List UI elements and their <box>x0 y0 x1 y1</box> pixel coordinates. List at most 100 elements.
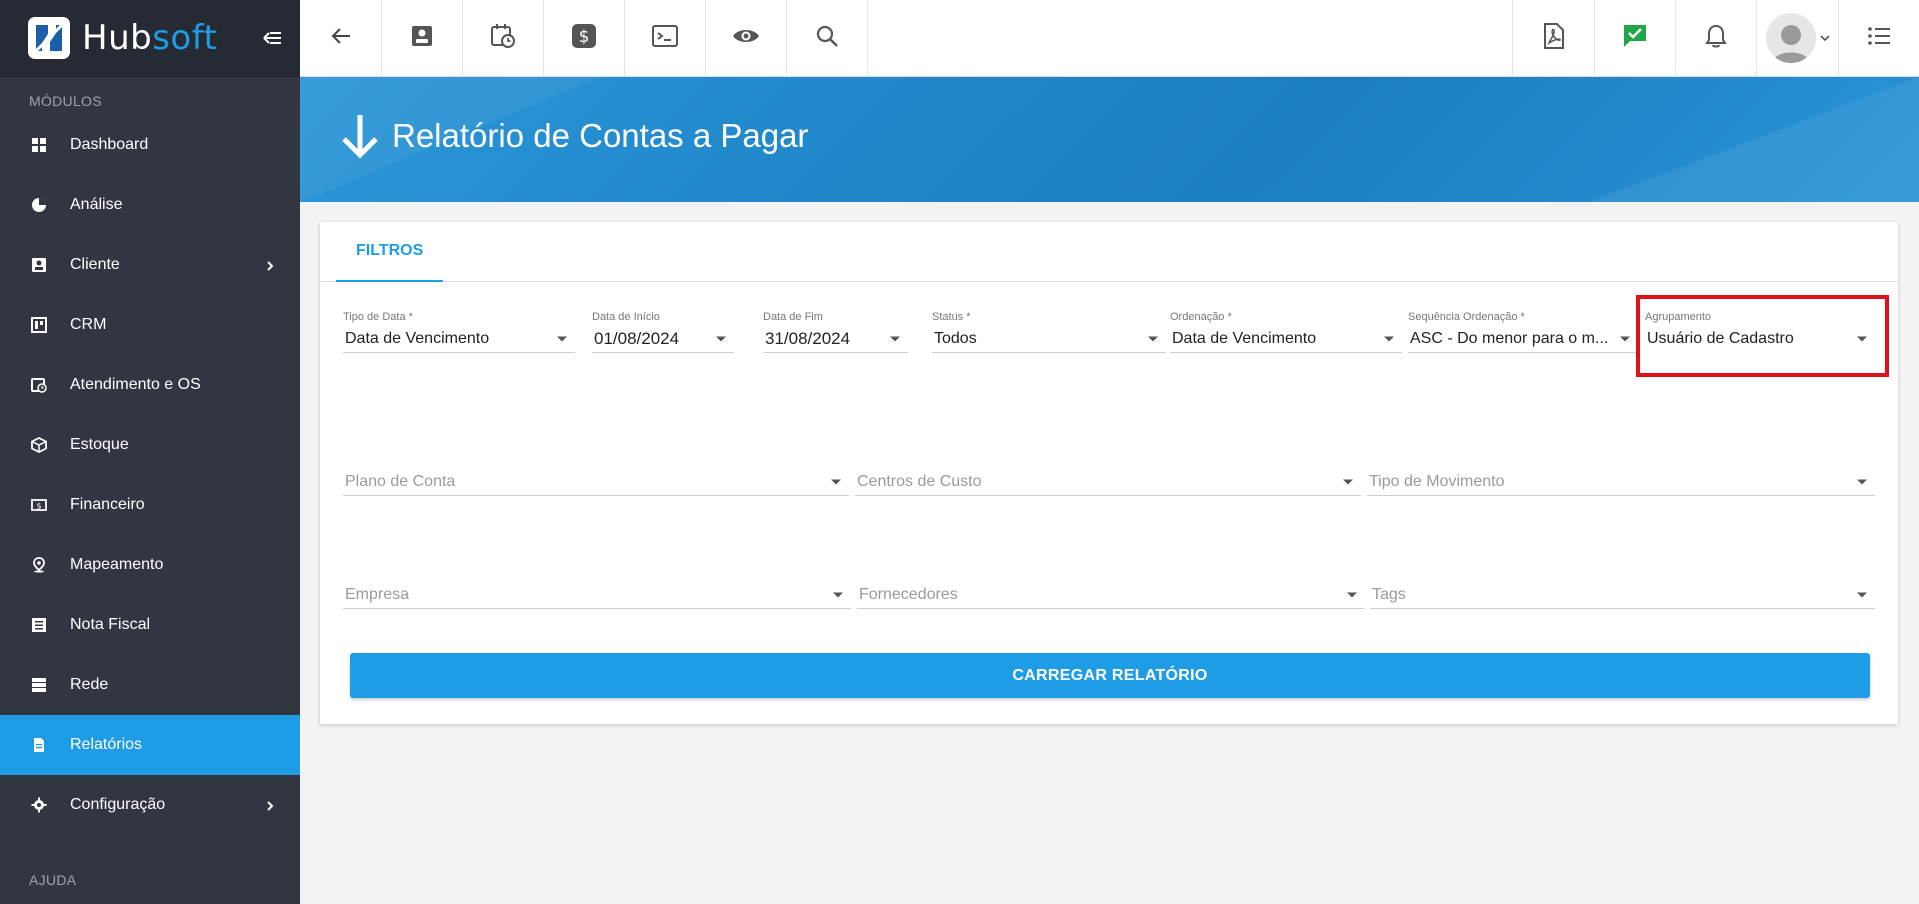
board-icon <box>30 316 48 334</box>
field-placeholder: Fornecedores <box>859 585 958 603</box>
empresa-select[interactable]: Empresa <box>343 581 851 609</box>
sidebar-item-financeiro[interactable]: $ Financeiro <box>0 475 300 535</box>
view-shortcut-button[interactable] <box>706 0 787 77</box>
plano-conta-select[interactable]: Plano de Conta <box>343 468 849 496</box>
sidebar-item-crm[interactable]: CRM <box>0 295 300 355</box>
page-title: Relatório de Contas a Pagar <box>392 117 809 154</box>
field-placeholder: Tipo de Movimento <box>1369 472 1505 490</box>
sidebar-item-label: Estoque <box>70 436 129 453</box>
chevron-right-icon <box>264 799 276 811</box>
chevron-right-icon <box>264 259 276 271</box>
centros-custo-select[interactable]: Centros de Custo <box>855 468 1361 496</box>
dropdown-caret-icon <box>716 336 726 341</box>
sidebar-nav: Dashboard Análise Cliente CRM Atendiment… <box>0 115 300 835</box>
selected-value: ASC - Do menor para o m... <box>1410 329 1609 347</box>
sidebar-item-mapeamento[interactable]: Mapeamento <box>0 535 300 595</box>
dropdown-caret-icon <box>1343 479 1353 484</box>
terminal-shortcut-button[interactable] <box>625 0 706 77</box>
tipo-data-select[interactable]: Tipo de Data * Data de Vencimento <box>343 311 575 353</box>
sidebar-item-atendimento[interactable]: Atendimento e OS <box>0 355 300 415</box>
notifications-check-button[interactable] <box>1594 0 1675 77</box>
help-section-label: AJUDA <box>29 872 77 888</box>
sequencia-ordenacao-select[interactable]: Sequência Ordenação * ASC - Do menor par… <box>1408 311 1638 353</box>
field-value: Todos <box>932 325 1166 353</box>
field-value: ASC - Do menor para o m... <box>1408 325 1638 353</box>
sidebar-item-cliente[interactable]: Cliente <box>0 235 300 295</box>
field-value: Plano de Conta <box>343 468 849 496</box>
selected-value: Data de Vencimento <box>1172 329 1317 347</box>
arrow-down-icon <box>340 113 380 159</box>
dashboard-icon <box>30 136 48 154</box>
user-menu[interactable] <box>1756 0 1838 76</box>
sidebar-item-rede[interactable]: Rede <box>0 655 300 715</box>
tab-filtros[interactable]: FILTROS <box>336 222 444 282</box>
load-report-button[interactable]: CARREGAR RELATÓRIO <box>350 653 1870 698</box>
back-button[interactable] <box>300 0 382 77</box>
pie-chart-icon <box>30 196 48 214</box>
report-icon <box>30 736 48 754</box>
selected-value: 31/08/2024 <box>765 328 851 348</box>
menu-list-button[interactable] <box>1838 0 1919 77</box>
selected-value: 01/08/2024 <box>594 328 680 348</box>
data-fim-select[interactable]: Data de Fim 31/08/2024 <box>763 311 908 353</box>
money-icon: $ <box>30 496 48 514</box>
data-inicio-select[interactable]: Data de Início 01/08/2024 <box>592 311 734 353</box>
sidebar-item-relatorios[interactable]: Relatórios <box>0 715 300 775</box>
sidebar-item-nota-fiscal[interactable]: Nota Fiscal <box>0 595 300 655</box>
field-value: Fornecedores <box>857 581 1365 609</box>
search-button[interactable] <box>787 0 868 77</box>
finance-shortcut-button[interactable]: $ <box>544 0 625 77</box>
ordenacao-select[interactable]: Ordenação * Data de Vencimento <box>1170 311 1402 353</box>
selected-value: Todos <box>934 329 977 347</box>
brand-name-part1: Hub <box>82 18 153 58</box>
contact-card-icon <box>410 24 434 53</box>
sidebar-item-label: Mapeamento <box>70 556 164 573</box>
brand-name: Hubsoft <box>82 18 217 58</box>
svg-text:$: $ <box>579 27 590 47</box>
notifications-button[interactable] <box>1675 0 1756 77</box>
sidebar-item-dashboard[interactable]: Dashboard <box>0 115 300 175</box>
sidebar-item-label: CRM <box>70 316 107 333</box>
collapse-sidebar-icon[interactable] <box>260 26 284 50</box>
dropdown-caret-icon <box>890 336 900 341</box>
brand-header: Hubsoft <box>0 0 300 77</box>
clients-shortcut-button[interactable] <box>382 0 463 77</box>
chevron-down-icon <box>1819 29 1830 47</box>
schedule-shortcut-button[interactable] <box>463 0 544 77</box>
sidebar-item-label: Análise <box>70 196 123 213</box>
dollar-icon: $ <box>571 23 597 54</box>
calendar-clock-icon <box>490 23 516 54</box>
field-placeholder: Empresa <box>345 585 410 603</box>
sidebar-item-configuracao[interactable]: Configuração <box>0 775 300 835</box>
selected-value: Data de Vencimento <box>345 329 490 347</box>
dropdown-caret-icon <box>1347 592 1357 597</box>
box-icon <box>30 436 48 454</box>
hubsoft-logo-icon[interactable] <box>28 17 70 59</box>
brand-name-part2: soft <box>152 18 218 58</box>
pdf-button[interactable] <box>1512 0 1594 77</box>
eye-icon <box>732 26 760 51</box>
field-label: Data de Fim <box>763 311 823 323</box>
bell-icon <box>1705 24 1727 53</box>
dropdown-caret-icon <box>833 592 843 597</box>
field-value: Centros de Custo <box>855 468 1361 496</box>
page-title-block: Relatório de Contas a Pagar <box>340 113 808 159</box>
tipo-movimento-select[interactable]: Tipo de Movimento <box>1367 468 1875 496</box>
status-select[interactable]: Status * Todos <box>932 311 1166 353</box>
highlight-box <box>1636 295 1889 377</box>
dropdown-caret-icon <box>557 336 567 341</box>
fornecedores-select[interactable]: Fornecedores <box>857 581 1365 609</box>
document-list-icon <box>30 616 48 634</box>
contact-card-icon <box>30 256 48 274</box>
field-value: 31/08/2024 <box>763 325 908 353</box>
field-placeholder: Centros de Custo <box>857 472 982 490</box>
tags-select[interactable]: Tags <box>1370 581 1875 609</box>
map-pin-icon <box>30 556 48 574</box>
dropdown-caret-icon <box>1620 336 1630 341</box>
dropdown-caret-icon <box>1857 592 1867 597</box>
sidebar-item-analise[interactable]: Análise <box>0 175 300 235</box>
sidebar-item-estoque[interactable]: Estoque <box>0 415 300 475</box>
tabs-bar: FILTROS <box>320 222 1898 282</box>
calendar-clock-icon <box>30 376 48 394</box>
gear-icon <box>30 796 48 814</box>
